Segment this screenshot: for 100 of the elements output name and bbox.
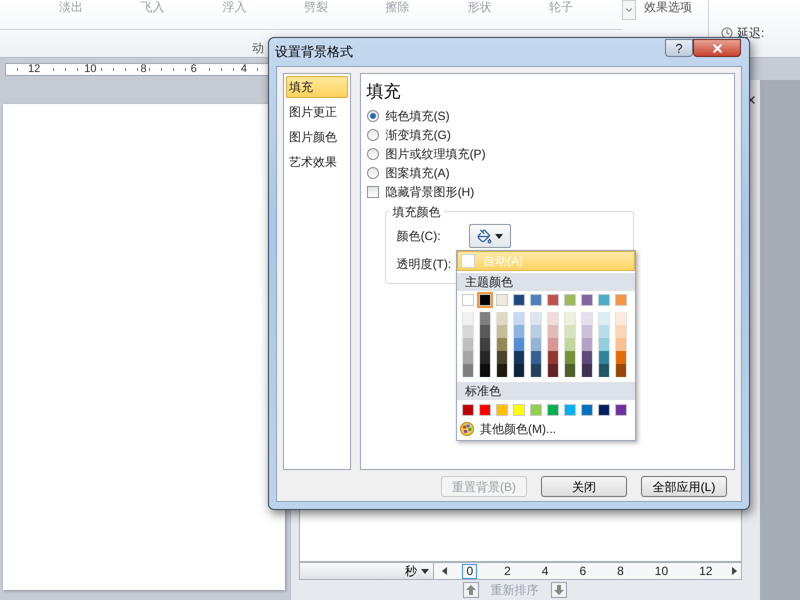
close-button[interactable] [693, 39, 741, 57]
color-swatch[interactable] [462, 404, 474, 416]
ruler-number: 10 [82, 64, 99, 74]
color-swatch[interactable] [530, 364, 542, 377]
color-swatch[interactable] [598, 294, 610, 306]
color-swatch[interactable] [615, 351, 627, 364]
category-item[interactable]: 填充 [286, 76, 348, 98]
color-swatch[interactable] [496, 312, 508, 325]
radio-button[interactable] [366, 166, 379, 178]
radio-button[interactable] [366, 128, 379, 140]
color-swatch[interactable] [513, 312, 525, 325]
color-swatch[interactable] [615, 404, 627, 416]
color-swatch[interactable] [581, 294, 593, 306]
color-swatch[interactable] [530, 338, 542, 351]
color-swatch[interactable] [496, 404, 508, 416]
color-swatch[interactable] [564, 364, 576, 377]
color-swatch[interactable] [547, 325, 559, 338]
color-swatch[interactable] [564, 294, 576, 306]
gallery-scroll-button[interactable] [622, 0, 636, 20]
color-swatch[interactable] [564, 325, 576, 338]
menu-section-header: 主题颜色 [457, 273, 635, 291]
color-swatch[interactable] [462, 364, 474, 377]
radio-button[interactable] [366, 110, 379, 122]
color-swatch[interactable] [615, 325, 627, 338]
color-swatch[interactable] [598, 351, 610, 364]
timeline-tick: 0 [462, 564, 478, 578]
color-swatch[interactable] [530, 294, 542, 306]
color-swatch[interactable] [496, 351, 508, 364]
color-swatch[interactable] [479, 325, 491, 338]
ruler-number: 4 [238, 64, 249, 74]
window-title: 设置背景格式 [275, 43, 353, 62]
color-swatch[interactable] [564, 312, 576, 325]
category-item[interactable]: 艺术效果 [286, 151, 348, 173]
checkbox[interactable] [366, 186, 379, 198]
section-heading: 填充 [366, 81, 402, 103]
color-swatch[interactable] [513, 338, 525, 351]
color-swatch[interactable] [513, 364, 525, 377]
color-swatch[interactable] [547, 404, 559, 416]
dialog-button[interactable]: 全部应用(L) [641, 476, 727, 497]
color-swatch[interactable] [530, 351, 542, 364]
color-swatch[interactable] [615, 312, 627, 325]
color-swatch[interactable] [581, 404, 593, 416]
color-swatch[interactable] [598, 404, 610, 416]
color-swatch[interactable] [581, 325, 593, 338]
color-swatch[interactable] [598, 364, 610, 377]
color-swatch[interactable] [479, 404, 491, 416]
move-up-button[interactable] [462, 582, 478, 598]
move-down-button[interactable] [550, 582, 566, 598]
color-swatch[interactable] [547, 338, 559, 351]
color-swatch[interactable] [581, 312, 593, 325]
color-swatch[interactable] [581, 364, 593, 377]
color-swatch[interactable] [598, 312, 610, 325]
color-swatch[interactable] [615, 294, 627, 306]
color-swatch[interactable] [513, 351, 525, 364]
ruler-number: 6 [188, 64, 199, 74]
color-swatch[interactable] [496, 338, 508, 351]
color-swatch[interactable] [462, 351, 474, 364]
color-swatch[interactable] [564, 404, 576, 416]
color-swatch[interactable] [530, 404, 542, 416]
color-swatch[interactable] [479, 294, 491, 306]
color-swatch[interactable] [513, 325, 525, 338]
color-swatch[interactable] [547, 351, 559, 364]
color-swatch[interactable] [530, 312, 542, 325]
time-unit-dropdown[interactable]: 秒 [300, 563, 434, 579]
color-swatch[interactable] [547, 312, 559, 325]
color-swatch[interactable] [479, 312, 491, 325]
help-button[interactable]: ? [665, 39, 693, 57]
color-swatch[interactable] [513, 294, 525, 306]
color-swatch[interactable] [615, 364, 627, 377]
more-colors-item[interactable]: 其他颜色(M)... [457, 420, 635, 438]
category-item[interactable]: 图片更正 [286, 101, 348, 123]
effect-options-button[interactable]: 效果选项 [644, 0, 692, 14]
color-swatch[interactable] [462, 325, 474, 338]
color-swatch[interactable] [496, 325, 508, 338]
color-swatch[interactable] [479, 364, 491, 377]
color-swatch[interactable] [462, 294, 474, 306]
color-swatch[interactable] [496, 294, 508, 306]
color-swatch[interactable] [513, 404, 525, 416]
color-swatch[interactable] [564, 351, 576, 364]
category-item[interactable]: 图片颜色 [286, 126, 348, 148]
color-swatch[interactable] [462, 312, 474, 325]
color-swatch[interactable] [530, 325, 542, 338]
color-swatch[interactable] [581, 338, 593, 351]
dialog-button[interactable]: 关闭 [541, 476, 627, 497]
color-picker-button[interactable] [468, 224, 511, 248]
color-swatch[interactable] [479, 351, 491, 364]
color-swatch[interactable] [581, 351, 593, 364]
color-swatch[interactable] [496, 364, 508, 377]
color-swatch[interactable] [615, 338, 627, 351]
color-swatch[interactable] [598, 338, 610, 351]
radio-label: 渐变填充(G) [386, 126, 451, 144]
ruler-number: 12 [26, 64, 42, 74]
timeline-tick: 8 [616, 564, 625, 578]
color-swatch[interactable] [598, 325, 610, 338]
color-swatch[interactable] [547, 364, 559, 377]
color-swatch[interactable] [462, 338, 474, 351]
color-swatch[interactable] [479, 338, 491, 351]
radio-button[interactable] [366, 148, 379, 160]
color-swatch[interactable] [547, 294, 559, 306]
color-swatch[interactable] [564, 338, 576, 351]
